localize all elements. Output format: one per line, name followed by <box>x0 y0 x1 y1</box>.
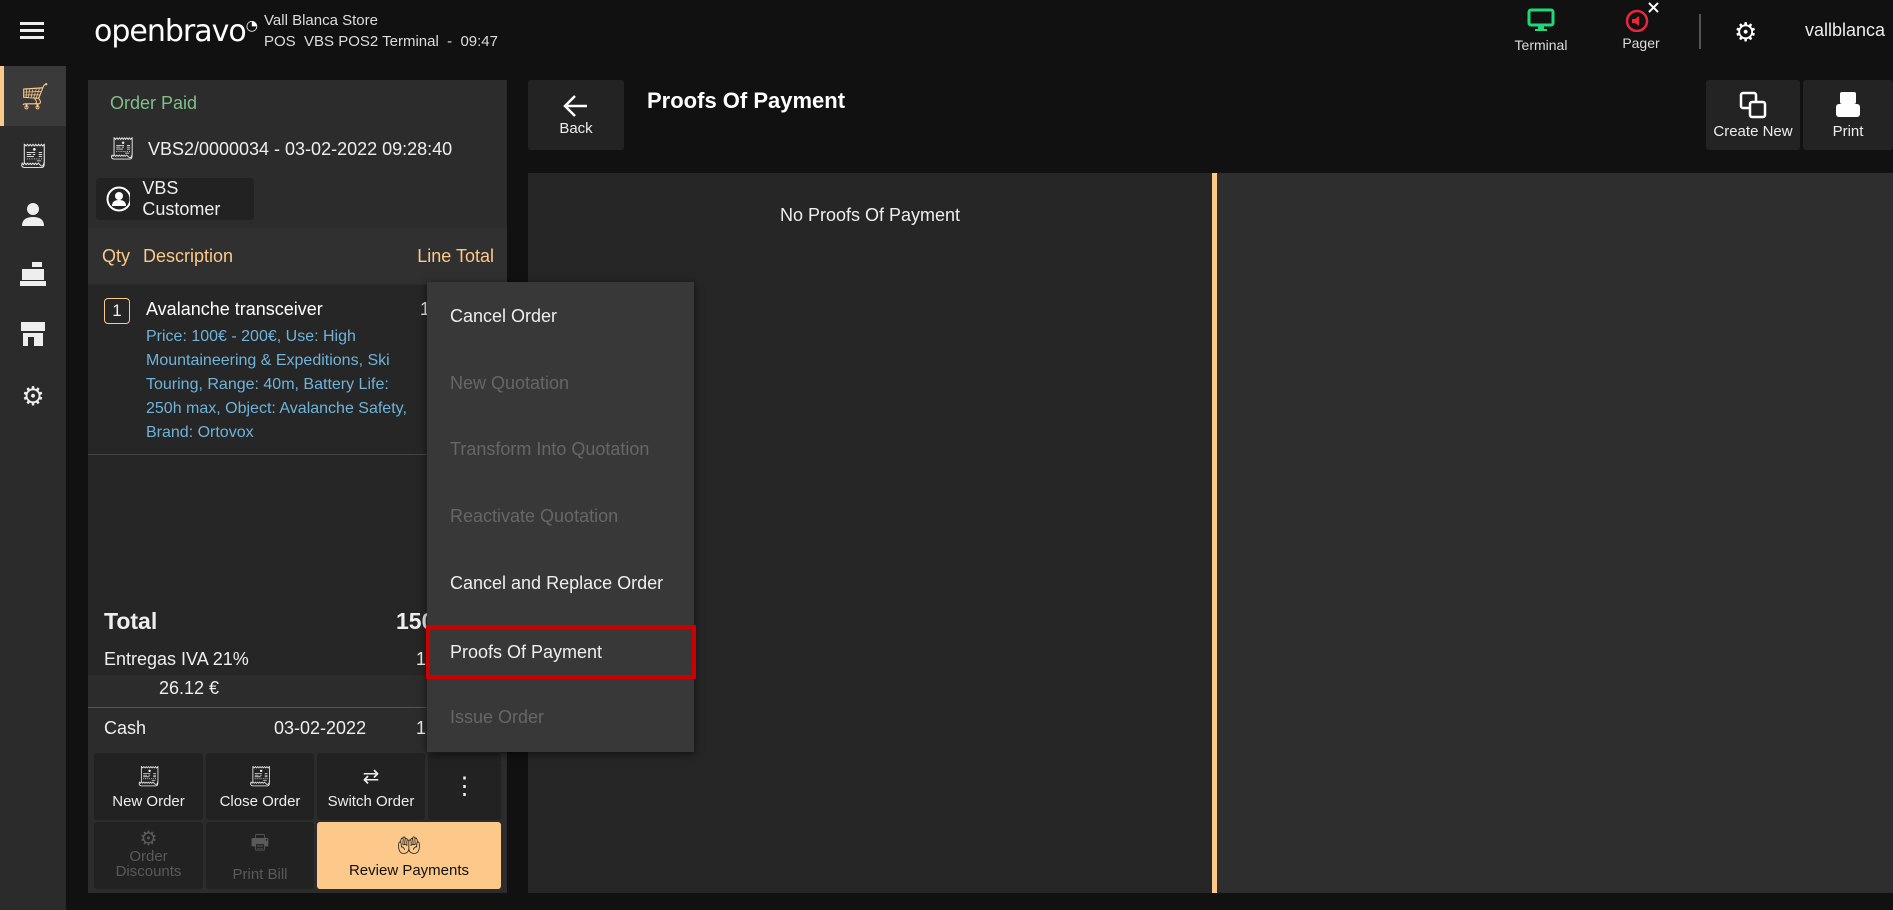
menu-item-reactivate-quotation: Reactivate Quotation <box>450 506 619 526</box>
order-discounts-button[interactable]: ⚙ Order Discounts <box>94 822 203 889</box>
close-order-button[interactable]: 🧾︎ Close Order <box>206 753 314 820</box>
terminal-label: Terminal <box>1514 37 1568 53</box>
cart-icon: 🛒︎ <box>18 80 52 111</box>
print-button[interactable]: Print <box>1803 80 1893 150</box>
person-icon <box>22 202 44 231</box>
order-discounts-label: Order Discounts <box>115 848 182 880</box>
document-number: VBS2/0000034 - 03-02-2022 09:28:40 <box>147 138 453 159</box>
openbravo-logo: openbravo◔ <box>94 14 258 49</box>
cash-register-icon <box>20 261 46 291</box>
menu-item-new-quotation: New Quotation <box>450 373 570 393</box>
proofs-content: No Proofs Of Payment <box>528 173 1893 893</box>
nav-store[interactable] <box>0 306 66 366</box>
proof-detail-pane <box>1217 173 1893 893</box>
menu-item-cancel-order[interactable]: Cancel Order <box>427 283 694 350</box>
back-label: Back <box>559 119 593 137</box>
order-document: 🧾︎ VBS2/0000034 - 03-02-2022 09:28:40 <box>108 136 452 162</box>
switch-order-button[interactable]: ⇄ Switch Order <box>317 753 425 820</box>
menu-item-transform-into-quotation: Transform Into Quotation <box>450 439 650 459</box>
switch-order-label: Switch Order <box>327 792 415 810</box>
customer-name: VBS Customer <box>142 178 221 219</box>
total-label: Total <box>104 608 158 634</box>
line-product-details: Price: 100€ - 200€, Use: High Mountainee… <box>146 328 407 441</box>
terminal-info: POS VBS POS2 Terminal - 09:47 <box>264 33 498 50</box>
print-bill-label: Print Bill <box>232 866 288 883</box>
vertical-dots-icon: ⋮ <box>452 773 477 800</box>
qty-header: Qty <box>102 246 131 266</box>
payment-amount: 1 <box>416 718 427 738</box>
terminal-status[interactable]: Terminal <box>1505 8 1577 53</box>
close-order-label: Close Order <box>219 792 301 810</box>
top-bar: openbravo◔ Vall Blanca Store POS VBS POS… <box>0 0 1893 66</box>
pager-off-icon <box>1625 2 1659 33</box>
print-bill-button[interactable]: 🖶 Print Bill <box>206 822 314 889</box>
more-options-button[interactable]: ⋮ <box>428 753 501 820</box>
order-status: Order Paid <box>110 93 198 113</box>
print-label: Print <box>1832 122 1864 140</box>
settings-gear-icon[interactable]: ⚙ <box>1734 19 1757 45</box>
pager-status[interactable]: Pager <box>1610 2 1672 51</box>
switch-order-icon: ⇄ <box>362 765 380 788</box>
printer-icon: 🖶 <box>250 832 270 854</box>
hamburger-menu-icon[interactable] <box>20 20 44 45</box>
review-payments-label: Review Payments <box>348 861 470 879</box>
nav-cash-register[interactable] <box>0 246 66 306</box>
store-icon <box>20 321 46 351</box>
gear-icon: ⚙ <box>21 380 45 411</box>
customer-button[interactable]: VBS Customer <box>96 178 254 220</box>
menu-item-proofs-of-payment[interactable]: Proofs Of Payment <box>426 625 696 679</box>
printer-icon <box>1836 91 1860 117</box>
tax-amount: 26.12 € <box>159 678 220 698</box>
tax-value: 1 <box>416 649 427 669</box>
nav-settings[interactable]: ⚙ <box>0 366 66 426</box>
receipt-icon: 🧾︎ <box>17 142 49 170</box>
order-actions-menu: Cancel Order New Quotation Transform Int… <box>426 282 696 752</box>
create-new-icon <box>1739 91 1767 118</box>
nav-cart[interactable]: 🛒︎ <box>0 66 66 126</box>
back-button[interactable]: Back <box>528 80 624 150</box>
nav-customers[interactable] <box>0 186 66 246</box>
payment-date: 03-02-2022 <box>274 718 367 738</box>
line-qty: 1 <box>104 298 130 324</box>
arrow-left-icon <box>563 94 587 117</box>
new-order-label: New Order <box>112 792 185 810</box>
create-new-button[interactable]: Create New <box>1706 80 1800 150</box>
description-header: Description <box>143 246 234 266</box>
menu-item-cancel-and-replace-order[interactable]: Cancel and Replace Order <box>427 550 694 617</box>
close-order-icon: 🧾︎ <box>247 765 273 788</box>
create-new-label: Create New <box>1713 122 1793 140</box>
nav-receipts[interactable]: 🧾︎ <box>0 126 66 186</box>
page-title: Proofs Of Payment <box>647 88 846 113</box>
menu-item-issue-order: Issue Order <box>450 707 545 727</box>
customer-icon <box>106 186 131 212</box>
username[interactable]: vallblanca <box>1805 20 1885 41</box>
divider <box>1699 14 1701 49</box>
line-product-name: Avalanche transceiver <box>146 299 323 319</box>
store-name: Vall Blanca Store <box>264 12 378 29</box>
new-order-button[interactable]: 🧾︎ New Order <box>94 753 203 820</box>
hand-coin-icon: 🤲︎ <box>396 834 422 857</box>
monitor-icon <box>1527 8 1555 31</box>
lines-header: Qty Description Line Total <box>88 228 507 284</box>
receipt-icon: 🧾︎ <box>108 136 136 161</box>
pager-label: Pager <box>1622 35 1660 51</box>
side-nav: 🛒︎ 🧾︎ ⚙ <box>0 66 66 910</box>
new-order-icon: 🧾︎ <box>135 765 162 788</box>
tax-label: Entregas IVA 21% <box>104 649 249 669</box>
review-payments-button[interactable]: 🤲︎ Review Payments <box>317 822 501 889</box>
line-total-header: Line Total <box>417 246 494 266</box>
empty-message: No Proofs Of Payment <box>779 205 961 225</box>
discount-icon: ⚙ <box>139 828 158 850</box>
payment-method: Cash <box>104 718 147 738</box>
